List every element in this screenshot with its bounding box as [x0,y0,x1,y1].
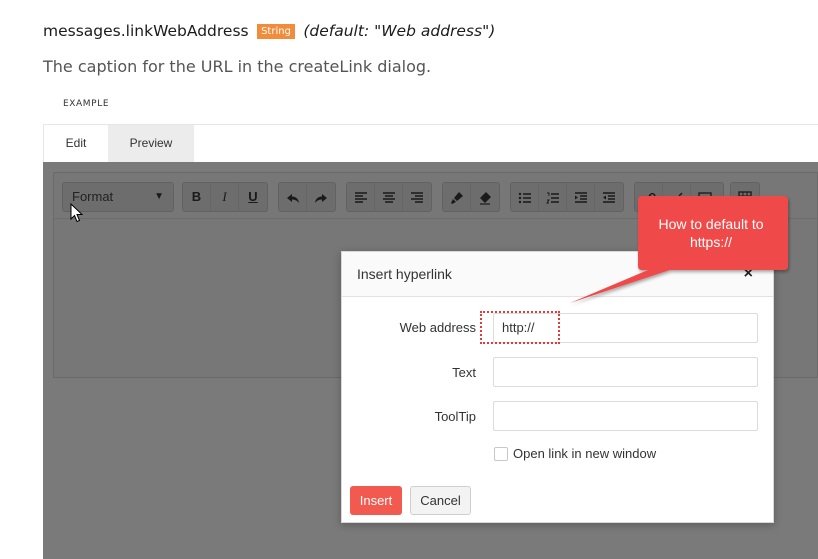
default-value-text: (default: "Web address") [303,22,496,40]
tooltip-label: ToolTip [434,409,476,424]
doc-title: messages.linkWebAddress String (default:… [43,22,495,41]
history-group [278,182,336,212]
underline-button[interactable]: U [239,183,267,211]
align-left-icon [354,191,367,203]
example-label: EXAMPLE [63,99,110,109]
callout-text: How to default to https:// [645,215,777,251]
example-tabs: Edit Preview [43,124,818,162]
cancel-button[interactable]: Cancel [410,486,471,515]
format-brush-icon [450,191,463,204]
clean-formatting-button[interactable] [471,183,499,211]
clean-formatting-icon [480,191,491,205]
dialog-title: Insert hyperlink [357,266,452,282]
format-dropdown-value: Format [72,189,114,204]
insert-button[interactable]: Insert [350,486,402,515]
text-input[interactable] [493,357,758,387]
highlight-annotation [480,311,560,344]
web-address-label: Web address [399,320,476,335]
align-right-button[interactable] [403,183,431,211]
tooltip-input[interactable] [493,401,758,431]
redo-icon [315,193,327,203]
mouse-cursor-icon [70,203,84,223]
chevron-down-icon: ▼ [154,191,164,202]
align-center-icon [382,191,395,203]
formatting-group [442,182,500,212]
property-name: messages.linkWebAddress [43,22,249,40]
bullet-list-icon [518,192,531,203]
tab-edit[interactable]: Edit [44,125,108,162]
alignment-group [346,182,432,212]
italic-button[interactable]: I [211,183,239,211]
redo-button[interactable] [307,183,335,211]
numbered-list-icon [545,192,559,204]
callout-line-1: How to default to [658,216,764,232]
dialog-footer: Insert Cancel [342,477,773,522]
bold-button[interactable]: B [183,183,211,211]
callout-line-2: https:// [689,234,733,250]
type-badge: String [257,24,295,39]
text-style-group: B I U [182,182,268,212]
align-center-button[interactable] [375,183,403,211]
tab-preview[interactable]: Preview [108,125,194,162]
format-brush-button[interactable] [443,183,471,211]
text-label: Text [452,365,476,380]
open-new-window-label[interactable]: Open link in new window [513,446,656,461]
undo-button[interactable] [279,183,307,211]
undo-icon [286,193,299,203]
open-new-window-checkbox[interactable] [494,447,508,461]
bullet-list-button[interactable] [511,183,539,211]
property-description: The caption for the URL in the createLin… [43,57,432,76]
align-right-icon [411,191,423,203]
align-left-button[interactable] [347,183,375,211]
